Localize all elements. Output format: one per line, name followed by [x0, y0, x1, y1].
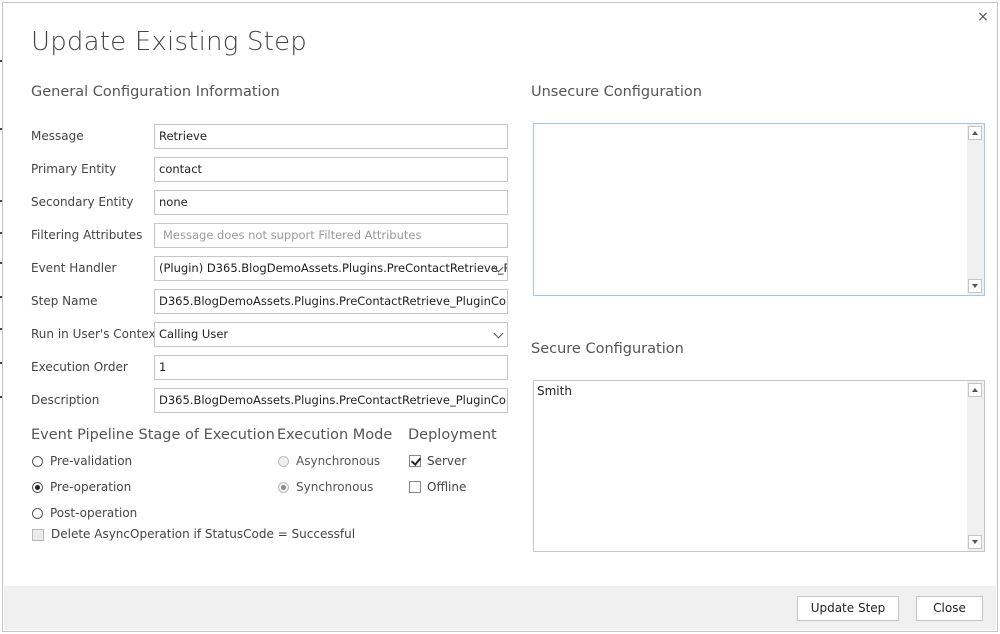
- event-handler-value: (Plugin) D365.BlogDemoAssets.Plugins.Pre…: [159, 261, 508, 275]
- delete-async-label: Delete AsyncOperation if StatusCode = Su…: [51, 527, 356, 541]
- dialog-title: Update Existing Step: [31, 27, 307, 57]
- step-name-label: Step Name: [31, 294, 98, 308]
- post-operation-radio[interactable]: [32, 508, 43, 519]
- update-step-dialog: × Update Existing Step General Configura…: [2, 2, 998, 632]
- secure-config-textarea[interactable]: Smith: [533, 380, 985, 552]
- description-label: Description: [31, 393, 100, 407]
- pre-operation-label: Pre-operation: [50, 480, 132, 494]
- primary-entity-label: Primary Entity: [31, 162, 117, 176]
- synchronous-radio[interactable]: [278, 482, 289, 493]
- execution-order-label: Execution Order: [31, 360, 128, 374]
- offline-checkbox[interactable]: [409, 481, 421, 493]
- unsecure-config-textarea[interactable]: [533, 123, 985, 296]
- close-button[interactable]: Close: [916, 596, 983, 621]
- primary-entity-field[interactable]: contact: [154, 157, 508, 182]
- step-name-field[interactable]: D365.BlogDemoAssets.Plugins.PreContactRe…: [154, 289, 508, 314]
- server-label: Server: [427, 454, 467, 468]
- message-field[interactable]: Retrieve: [154, 124, 508, 149]
- server-checkbox[interactable]: [409, 455, 421, 467]
- run-context-label: Run in User's Context: [31, 327, 161, 341]
- offline-label: Offline: [427, 480, 467, 494]
- deployment-heading: Deployment: [408, 427, 497, 443]
- filtering-attributes-label: Filtering Attributes: [31, 228, 143, 242]
- description-field[interactable]: D365.BlogDemoAssets.Plugins.PreContactRe…: [154, 388, 508, 413]
- pre-validation-radio[interactable]: [32, 456, 43, 467]
- filtering-attributes-field[interactable]: Message does not support Filtered Attrib…: [154, 223, 508, 248]
- execution-mode-heading: Execution Mode: [277, 427, 393, 443]
- unsecure-config-heading: Unsecure Configuration: [531, 84, 702, 100]
- event-handler-select[interactable]: (Plugin) D365.BlogDemoAssets.Plugins.Pre…: [154, 256, 508, 281]
- execution-order-field[interactable]: 1: [154, 355, 508, 380]
- scroll-up-icon[interactable]: [968, 126, 982, 140]
- update-step-button[interactable]: Update Step: [797, 596, 899, 621]
- post-operation-label: Post-operation: [50, 506, 138, 520]
- general-config-heading: General Configuration Information: [31, 84, 280, 100]
- event-handler-label: Event Handler: [31, 261, 117, 275]
- unsecure-scrollbar[interactable]: [967, 124, 984, 295]
- secure-config-value: Smith: [537, 384, 572, 398]
- run-context-value: Calling User: [159, 327, 229, 341]
- scroll-down-icon[interactable]: [968, 279, 982, 293]
- scroll-up-icon[interactable]: [968, 383, 982, 397]
- synchronous-label: Synchronous: [296, 480, 374, 494]
- pre-operation-radio[interactable]: [32, 482, 43, 493]
- dialog-footer: Update Step Close: [4, 586, 996, 630]
- run-context-select[interactable]: Calling User: [154, 322, 508, 347]
- stage-heading: Event Pipeline Stage of Execution: [31, 427, 275, 443]
- asynchronous-label: Asynchronous: [296, 454, 381, 468]
- secure-scrollbar[interactable]: [967, 381, 984, 551]
- asynchronous-radio[interactable]: [278, 456, 289, 467]
- secondary-entity-label: Secondary Entity: [31, 195, 134, 209]
- secondary-entity-field[interactable]: none: [154, 190, 508, 215]
- secure-config-heading: Secure Configuration: [531, 341, 684, 357]
- scroll-down-icon[interactable]: [968, 535, 982, 549]
- close-icon[interactable]: ×: [975, 9, 991, 25]
- pre-validation-label: Pre-validation: [50, 454, 133, 468]
- chevron-down-icon: [493, 328, 504, 339]
- message-label: Message: [31, 129, 84, 143]
- delete-async-checkbox[interactable]: [32, 529, 44, 541]
